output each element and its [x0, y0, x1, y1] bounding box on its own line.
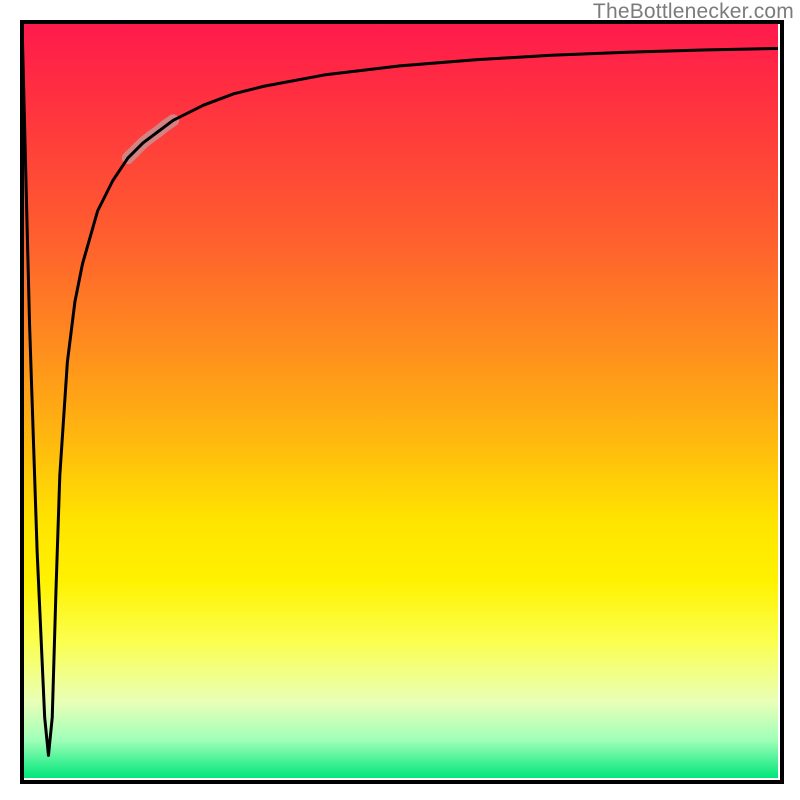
chart-container: TheBottlenecker.com [0, 0, 800, 800]
plot-gradient-background [22, 22, 778, 778]
attribution-watermark: TheBottlenecker.com [593, 0, 794, 24]
